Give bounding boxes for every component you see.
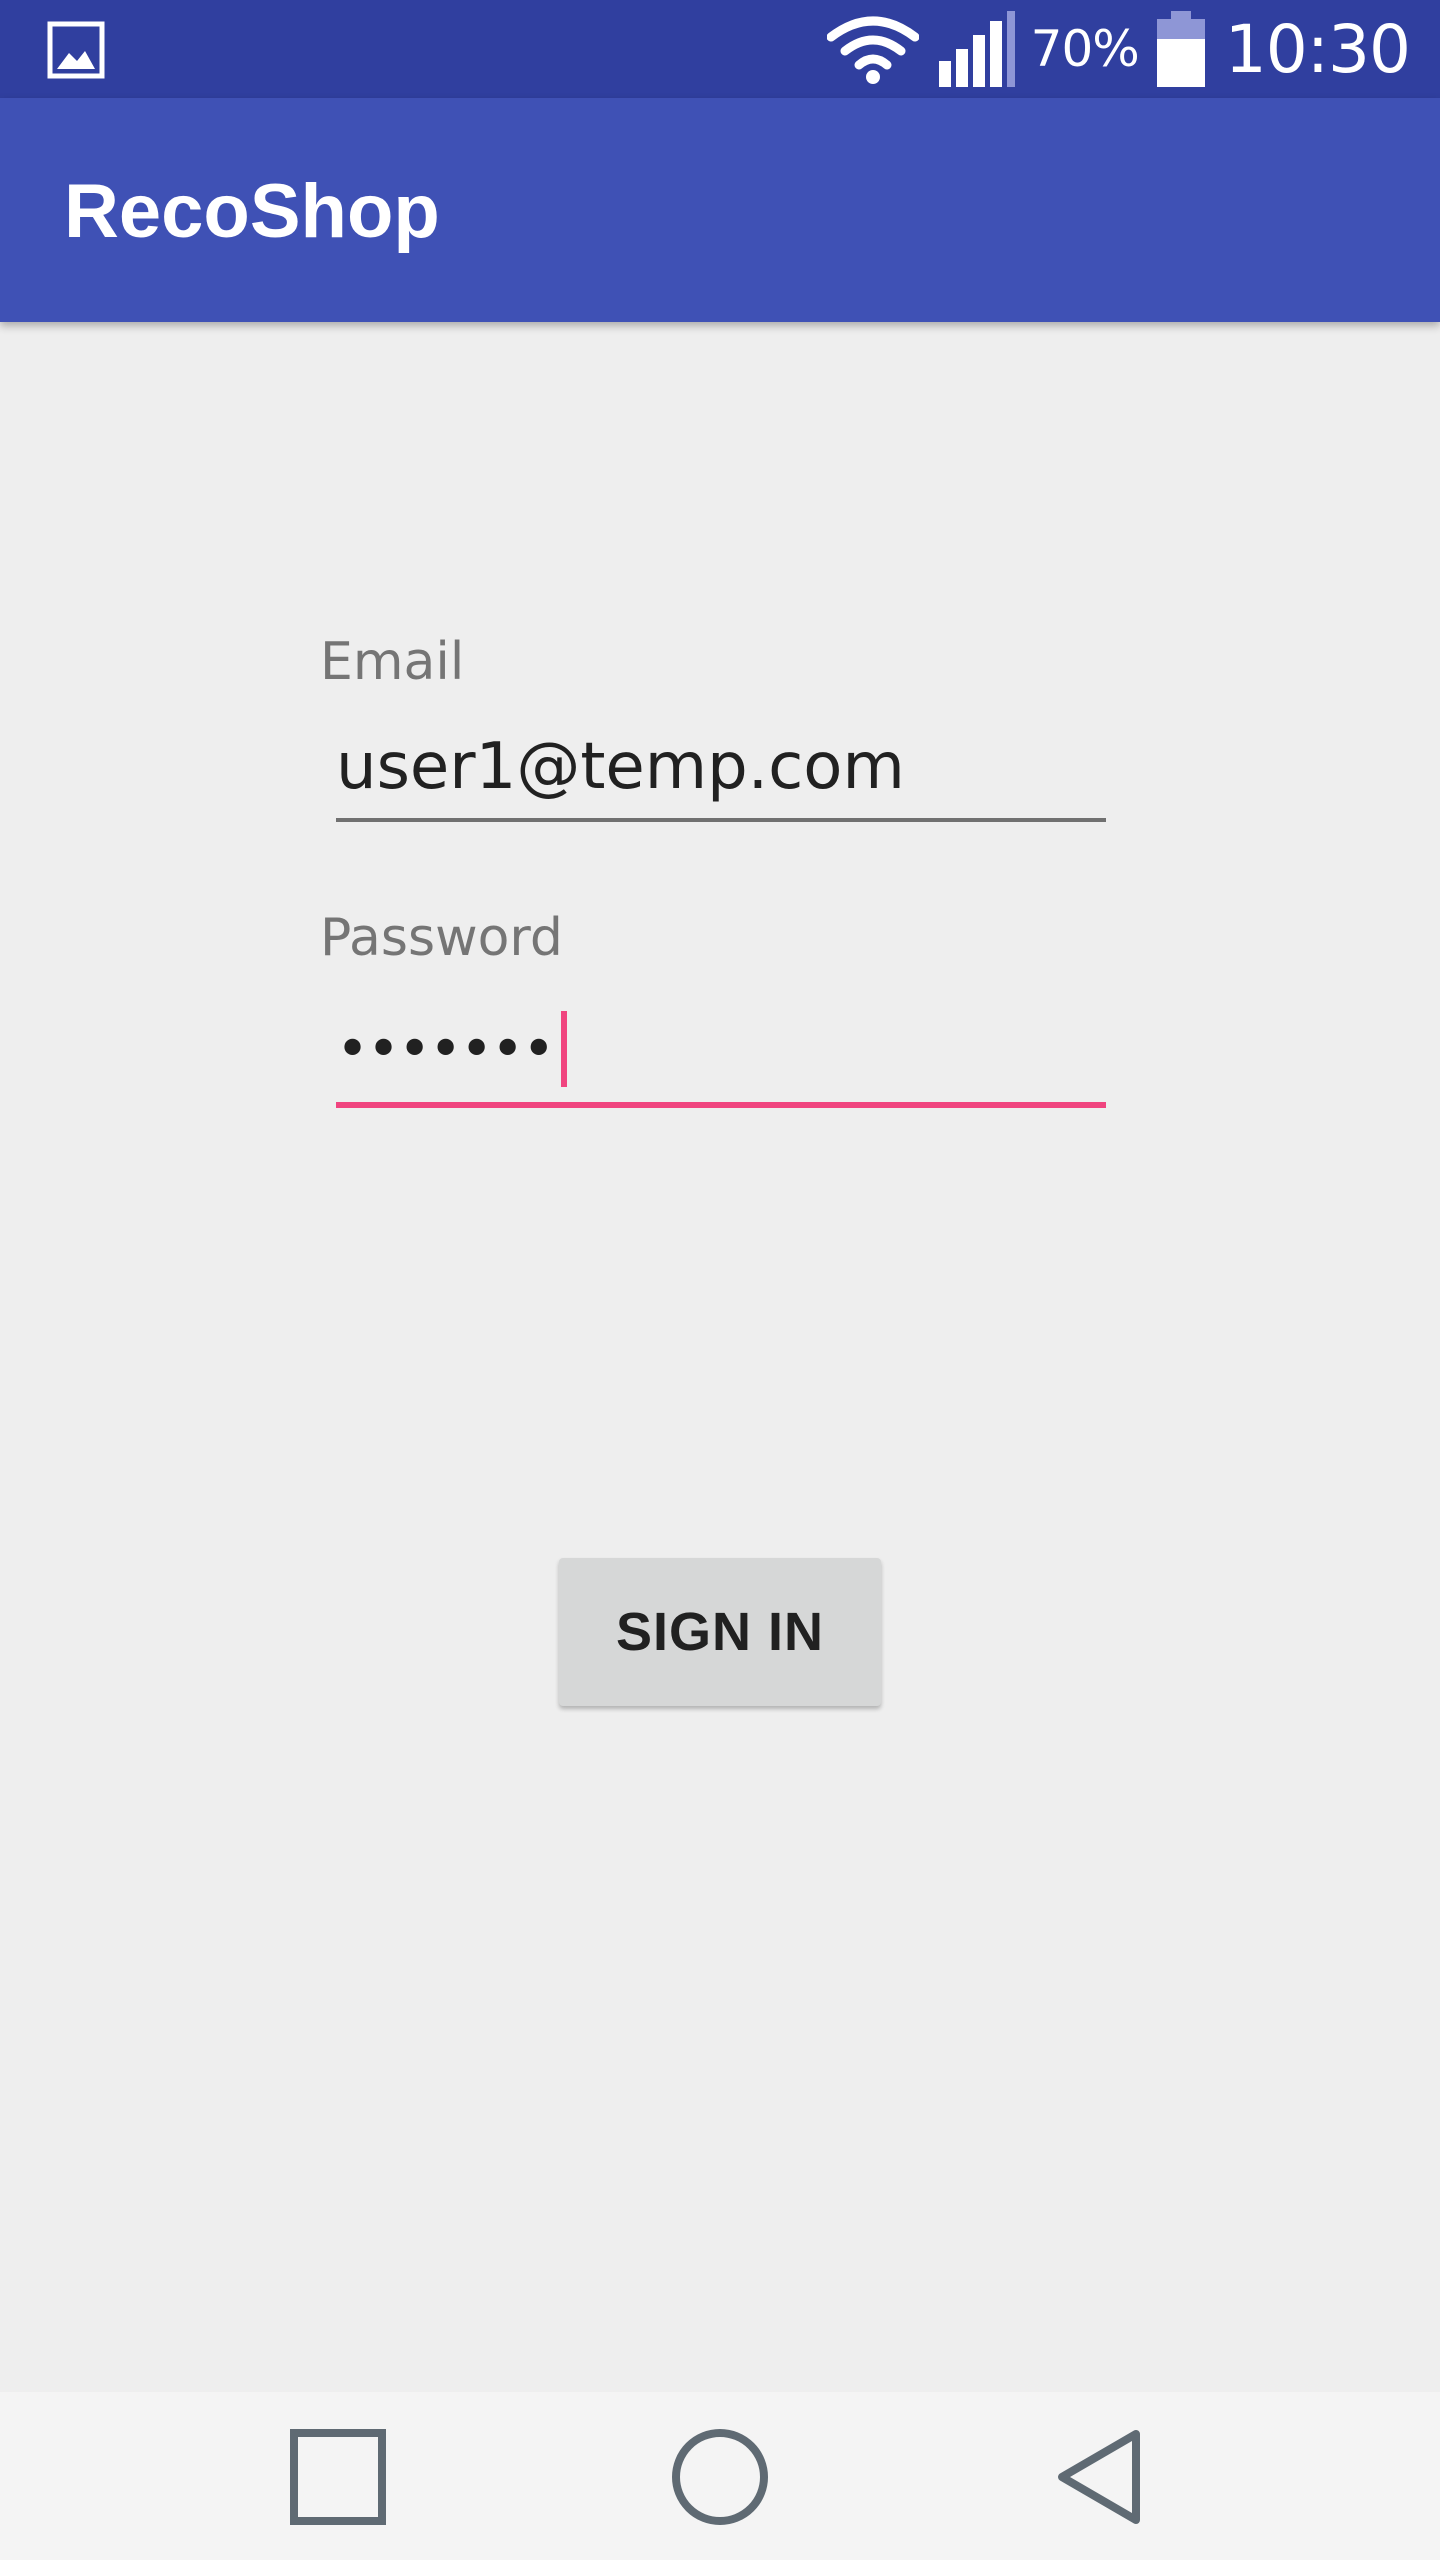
text-cursor [561,1011,568,1087]
battery-icon [1156,11,1205,87]
sign-in-button[interactable]: SIGN IN [559,1558,881,1706]
status-bar: 70% 10:30 [0,0,1440,98]
triangle-back-icon[interactable] [1048,2422,1158,2532]
password-field[interactable]: ••••••• [336,1004,1106,1108]
email-label: Email [320,632,465,692]
signal-icon [938,11,1015,87]
password-label: Password [320,908,563,968]
square-icon[interactable] [283,2422,393,2532]
image-icon [47,21,105,79]
battery-percentage: 70% [1030,20,1140,78]
email-field[interactable] [336,728,1106,822]
password-value: ••••••• [336,1004,568,1094]
wifi-icon [826,16,919,84]
password-mask: ••••••• [336,1016,555,1082]
app-bar: RecoShop [0,98,1440,322]
navigation-bar [0,2392,1440,2560]
clock: 10:30 [1224,10,1411,88]
status-indicators: 70% 10:30 [826,0,1440,98]
circle-icon[interactable] [665,2422,775,2532]
app-title: RecoShop [64,169,440,254]
